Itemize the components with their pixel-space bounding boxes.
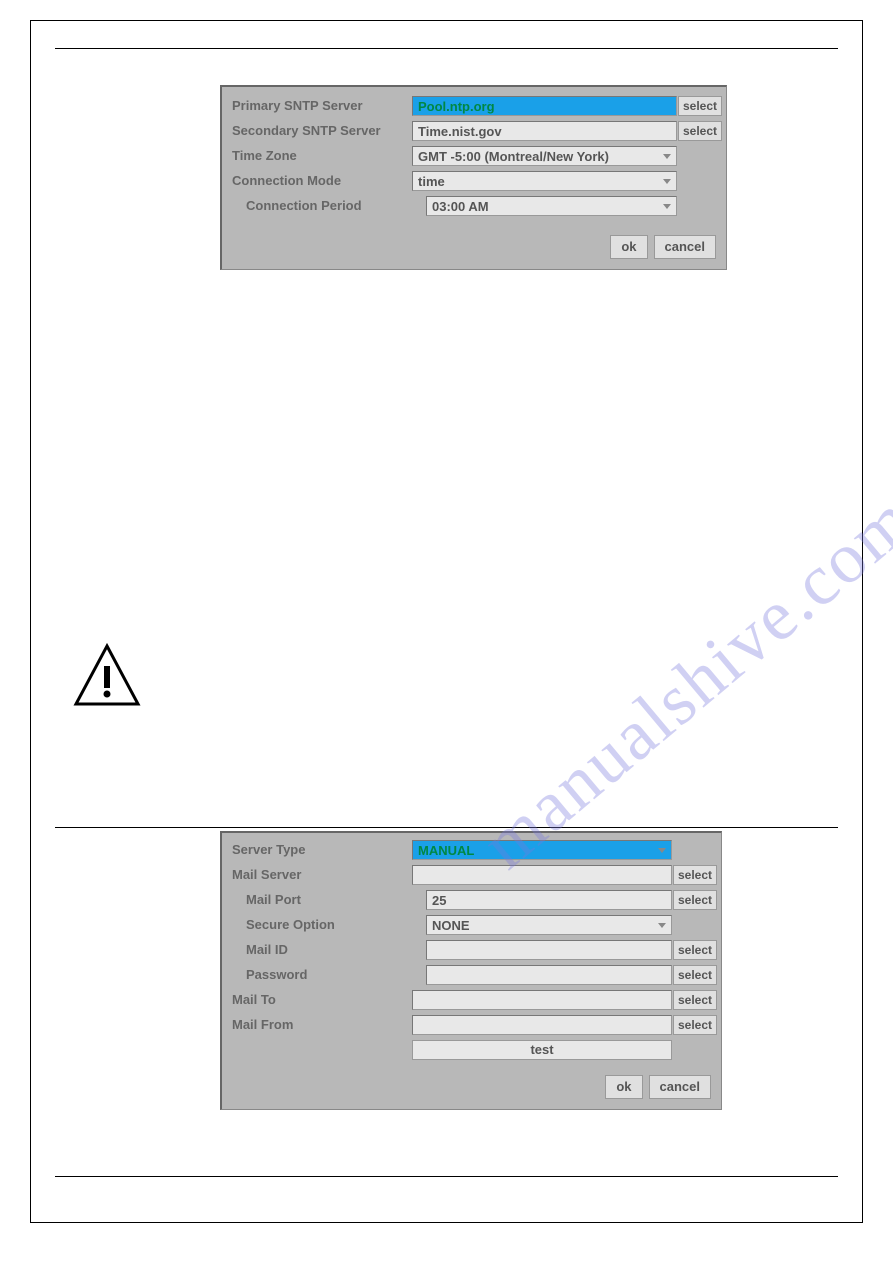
select-button[interactable]: select: [673, 965, 717, 985]
row-mail-from: Mail From select: [222, 1012, 721, 1037]
button-row: ok cancel: [610, 235, 716, 259]
label-mail-id: Mail ID: [222, 942, 426, 957]
row-server-type: Server Type MANUAL: [222, 837, 721, 862]
ok-button[interactable]: ok: [610, 235, 647, 259]
row-connection-period: Connection Period 03:00 AM: [222, 193, 726, 218]
select-button[interactable]: select: [673, 890, 717, 910]
row-secondary-sntp: Secondary SNTP Server Time.nist.gov sele…: [222, 118, 726, 143]
field-mail-id[interactable]: [426, 940, 672, 960]
divider-mid: [55, 827, 838, 828]
label-time-zone: Time Zone: [222, 148, 412, 163]
label-password: Password: [222, 967, 426, 982]
label-primary-sntp: Primary SNTP Server: [222, 98, 412, 113]
row-time-zone: Time Zone GMT -5:00 (Montreal/New York): [222, 143, 726, 168]
select-button[interactable]: select: [678, 96, 722, 116]
select-button[interactable]: select: [673, 990, 717, 1010]
row-connection-mode: Connection Mode time: [222, 168, 726, 193]
select-button[interactable]: select: [673, 1015, 717, 1035]
label-mail-server: Mail Server: [222, 867, 412, 882]
label-mail-to: Mail To: [222, 992, 412, 1007]
field-primary-sntp[interactable]: Pool.ntp.org: [412, 96, 677, 116]
divider-bottom: [55, 1176, 838, 1177]
row-mail-id: Mail ID select: [222, 937, 721, 962]
warning-icon: [72, 642, 142, 712]
field-password[interactable]: [426, 965, 672, 985]
select-button[interactable]: select: [673, 865, 717, 885]
row-mail-port: Mail Port 25 select: [222, 887, 721, 912]
row-password: Password select: [222, 962, 721, 987]
cancel-button[interactable]: cancel: [649, 1075, 711, 1099]
label-connection-period: Connection Period: [222, 198, 426, 213]
mail-settings-panel: Server Type MANUAL Mail Server select Ma…: [220, 831, 722, 1110]
field-server-type[interactable]: MANUAL: [412, 840, 672, 860]
label-connection-mode: Connection Mode: [222, 173, 412, 188]
select-button[interactable]: select: [673, 940, 717, 960]
row-mail-server: Mail Server select: [222, 862, 721, 887]
field-mail-server[interactable]: [412, 865, 672, 885]
test-button[interactable]: test: [412, 1040, 672, 1060]
field-connection-period[interactable]: 03:00 AM: [426, 196, 677, 216]
field-secondary-sntp[interactable]: Time.nist.gov: [412, 121, 677, 141]
row-test: test: [222, 1037, 721, 1062]
field-connection-mode[interactable]: time: [412, 171, 677, 191]
sntp-settings-panel: Primary SNTP Server Pool.ntp.org select …: [220, 85, 727, 270]
divider-top: [55, 48, 838, 49]
field-mail-to[interactable]: [412, 990, 672, 1010]
row-primary-sntp: Primary SNTP Server Pool.ntp.org select: [222, 93, 726, 118]
label-server-type: Server Type: [222, 842, 412, 857]
select-button[interactable]: select: [678, 121, 722, 141]
label-secondary-sntp: Secondary SNTP Server: [222, 123, 412, 138]
field-mail-port[interactable]: 25: [426, 890, 672, 910]
button-row: ok cancel: [605, 1075, 711, 1099]
field-mail-from[interactable]: [412, 1015, 672, 1035]
field-secure-option[interactable]: NONE: [426, 915, 672, 935]
label-mail-port: Mail Port: [222, 892, 426, 907]
cancel-button[interactable]: cancel: [654, 235, 716, 259]
row-mail-to: Mail To select: [222, 987, 721, 1012]
ok-button[interactable]: ok: [605, 1075, 642, 1099]
row-secure-option: Secure Option NONE: [222, 912, 721, 937]
label-secure-option: Secure Option: [222, 917, 426, 932]
label-mail-from: Mail From: [222, 1017, 412, 1032]
field-time-zone[interactable]: GMT -5:00 (Montreal/New York): [412, 146, 677, 166]
